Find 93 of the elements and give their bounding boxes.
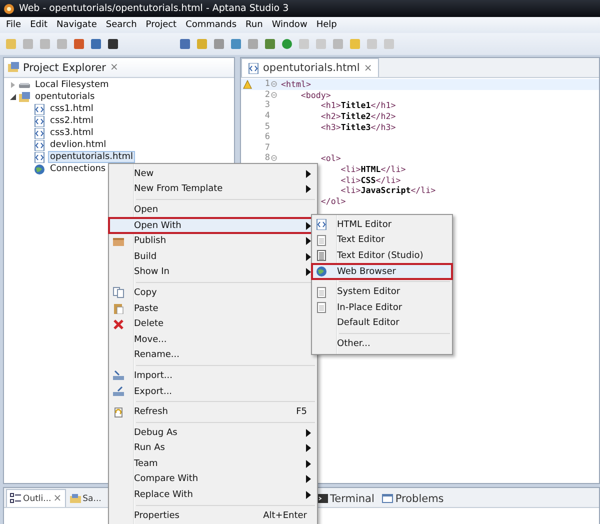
folder-icon bbox=[8, 62, 19, 73]
code-line: <ol> bbox=[320, 153, 341, 164]
code-line: <li>HTML</li> bbox=[340, 164, 406, 174]
fold-icon[interactable] bbox=[271, 81, 277, 88]
fold-icon[interactable] bbox=[271, 155, 277, 162]
menu-bar-item[interactable]: Search bbox=[102, 20, 141, 30]
menu-item[interactable]: Run As bbox=[109, 440, 317, 456]
tree-item[interactable]: css2.html bbox=[48, 115, 96, 127]
line-number: 5 bbox=[264, 122, 270, 132]
menu-bar-item[interactable]: Edit bbox=[26, 20, 52, 30]
menu-item[interactable]: Default Editor bbox=[312, 316, 452, 332]
expand-arrow-icon[interactable] bbox=[10, 94, 16, 100]
html-file-icon bbox=[34, 152, 45, 162]
menu-item[interactable]: Other... bbox=[312, 336, 452, 352]
menu-item[interactable]: New From Template bbox=[109, 182, 317, 198]
line-number: 8 bbox=[264, 153, 270, 164]
menu-bar-item[interactable]: Project bbox=[142, 20, 181, 30]
menu-item[interactable]: New bbox=[109, 166, 317, 182]
tree-item[interactable]: opentutorials.html bbox=[48, 151, 135, 163]
document-icon bbox=[316, 286, 327, 298]
code-line: <h1>Title1</h1> bbox=[320, 100, 396, 110]
close-button[interactable]: × bbox=[110, 62, 118, 73]
terminal-icon bbox=[317, 493, 328, 504]
app-icon bbox=[3, 2, 15, 14]
code-line: </ol> bbox=[320, 196, 346, 206]
editor-tab[interactable]: opentutorials.html × bbox=[241, 58, 380, 77]
code-line: <h2>Title2</h2> bbox=[320, 111, 396, 122]
html-file-icon bbox=[248, 62, 259, 74]
menu-item[interactable]: Team bbox=[109, 456, 317, 472]
fold-icon[interactable] bbox=[271, 92, 277, 98]
panel-tab[interactable]: Problems bbox=[378, 489, 448, 507]
line-number: 1 bbox=[264, 79, 270, 90]
html-file-icon bbox=[34, 140, 45, 150]
menu-bar-item[interactable]: Run bbox=[242, 20, 267, 30]
globe-icon bbox=[316, 266, 327, 278]
menu-item[interactable]: Refresh F5 bbox=[109, 404, 317, 420]
tree-item[interactable]: css3.html bbox=[48, 127, 96, 139]
menu-item[interactable]: Compare With bbox=[109, 472, 317, 488]
line-number: 7 bbox=[264, 142, 270, 153]
code-line: <li>JavaScript</li> bbox=[340, 185, 436, 196]
globe-icon bbox=[34, 164, 45, 174]
menu-item[interactable]: System Editor bbox=[312, 284, 452, 300]
toolbar-icon[interactable] bbox=[107, 38, 119, 50]
code-line: <html> bbox=[281, 79, 311, 90]
html-file-icon bbox=[34, 104, 45, 114]
document-icon bbox=[316, 302, 327, 314]
folder-icon bbox=[19, 92, 30, 102]
html-file-icon bbox=[34, 116, 45, 126]
menu-bar-item[interactable]: Commands bbox=[182, 20, 241, 30]
menu-bar-item[interactable]: File bbox=[2, 20, 26, 30]
menu-bar-item[interactable]: Navigate bbox=[52, 20, 101, 30]
menu-item[interactable]: Text Editor bbox=[312, 232, 452, 248]
menu-item[interactable]: In-Place Editor bbox=[312, 300, 452, 316]
document-icon bbox=[316, 234, 327, 246]
menu-bar-item[interactable]: Help bbox=[312, 20, 341, 30]
code-line: <body> bbox=[300, 90, 331, 100]
panel-tab[interactable]: Sa... bbox=[66, 489, 106, 507]
menu-item[interactable]: Debug As bbox=[109, 424, 317, 440]
document-icon bbox=[316, 250, 327, 262]
warning-icon bbox=[243, 80, 252, 89]
window-title: Web - opentutorials/opentutorials.html - Aptana Studio 3 bbox=[19, 3, 289, 14]
delete-icon bbox=[113, 318, 124, 330]
menu-item[interactable]: Open bbox=[109, 202, 317, 218]
tree-item[interactable]: opentutorials bbox=[33, 91, 97, 103]
menu-item[interactable]: Export... bbox=[109, 384, 317, 400]
line-number: 4 bbox=[264, 111, 270, 122]
html-file-icon bbox=[316, 219, 327, 230]
menu-item[interactable]: Properties Alt+Enter bbox=[109, 508, 317, 524]
window-icon bbox=[382, 493, 394, 504]
copy-icon bbox=[113, 287, 124, 298]
html-file-icon bbox=[34, 128, 45, 138]
package-icon bbox=[113, 236, 124, 247]
menu-item[interactable]: Web Browser bbox=[312, 264, 452, 280]
code-line: <li>CSS</li> bbox=[340, 174, 401, 185]
line-number: 3 bbox=[264, 100, 270, 110]
code-line: <h3>Title3</h3> bbox=[320, 122, 396, 132]
line-number: 2 bbox=[264, 90, 270, 100]
line-number: 6 bbox=[264, 132, 270, 142]
menu-item[interactable]: Import... bbox=[109, 368, 317, 384]
tree-item[interactable]: Local Filesystem bbox=[33, 79, 111, 91]
tree-item[interactable]: css1.html bbox=[48, 103, 96, 115]
export-icon bbox=[113, 386, 124, 398]
tree-item[interactable]: devlion.html bbox=[48, 139, 108, 151]
outline-icon bbox=[10, 493, 21, 504]
import-icon bbox=[113, 370, 124, 382]
clipboard-icon bbox=[113, 303, 124, 314]
folder-icon bbox=[70, 493, 81, 504]
panel-title: Project Explorer bbox=[23, 62, 106, 74]
menu-bar-item[interactable]: Window bbox=[268, 20, 312, 30]
panel-tab[interactable]: Outli... × bbox=[6, 489, 66, 507]
refresh-icon bbox=[113, 406, 124, 418]
menu-item[interactable]: Text Editor (Studio) bbox=[312, 248, 452, 264]
tree-item[interactable]: Connections bbox=[48, 163, 108, 175]
